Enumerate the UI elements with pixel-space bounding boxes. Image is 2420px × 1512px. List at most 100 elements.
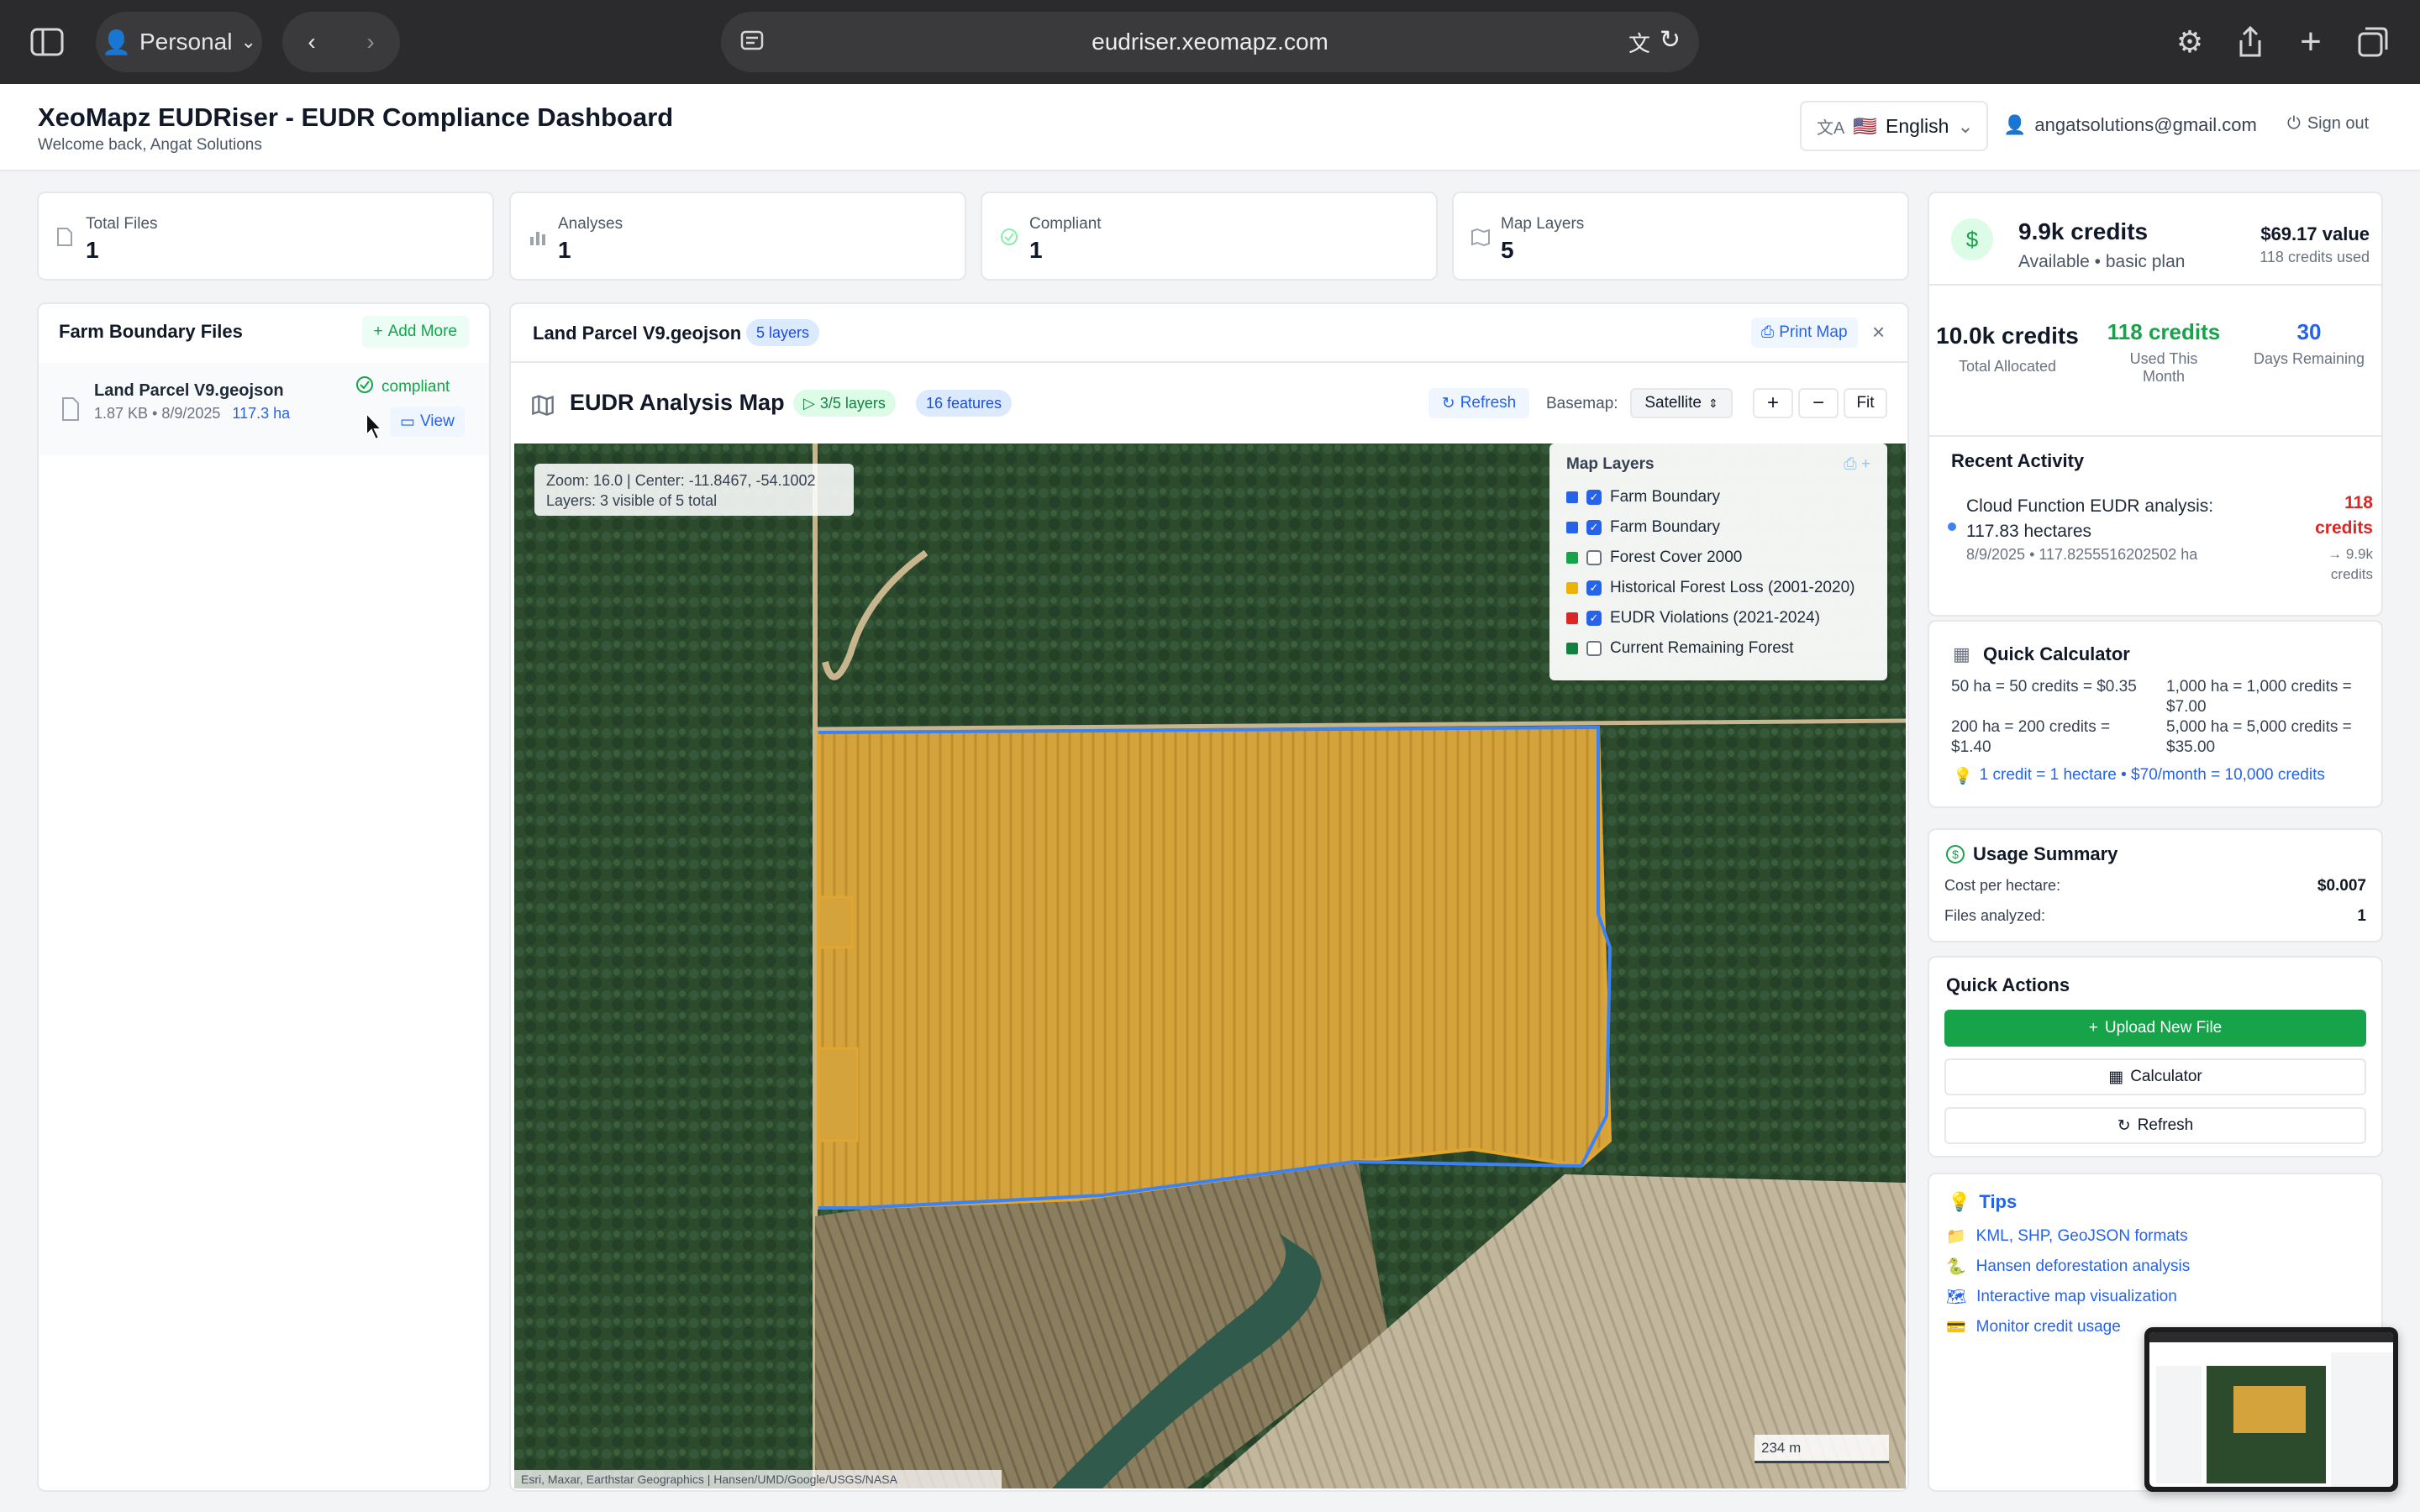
layer-checkbox[interactable]: ✓ [1586,520,1602,535]
layer-item[interactable]: ✓ EUDR Violations (2021-2024) [1566,603,1870,633]
usage-title: Usage Summary [1973,843,2118,864]
stat-value: 1 [86,237,99,263]
cost-value: $0.007 [2317,877,2366,895]
printer-icon[interactable]: ⎙ [1844,455,1856,473]
recent-activity-title: Recent Activity [1951,450,2085,471]
lightbulb-icon: 💡 [1948,1191,1971,1212]
upload-file-button[interactable]: + Upload New File [1944,1010,2366,1047]
stat-label: Compliant [1029,215,1102,233]
layer-checkbox[interactable] [1586,641,1602,656]
layer-checkbox[interactable]: ✓ [1586,490,1602,505]
map-canvas[interactable]: Zoom: 16.0 | Center: -11.8467, -54.1002 … [514,444,1906,1488]
calc-row: 5,000 ha = 5,000 credits = $35.00 [2166,718,2352,756]
select-arrows-icon: ⇕ [1707,396,1718,410]
allocated-value: 10.0k credits [1936,323,2079,349]
snake-icon: 🐍 [1946,1258,1966,1276]
printer-icon: ⎙ [1761,323,1775,341]
profile-button[interactable]: 👤 Personal ⌄ [96,12,262,72]
plus-icon: + [373,323,383,340]
fit-button[interactable]: Fit [1844,388,1887,418]
calc-row: 50 ha = 50 credits = $0.35 [1951,678,2137,696]
settings-gear-icon[interactable]: ⚙ [2166,18,2213,66]
sidebar-toggle-icon[interactable] [24,18,71,66]
credits-used-note: 118 credits used [2260,249,2370,265]
map-icon: ▭ [400,412,415,431]
tab-overview-icon[interactable] [2349,18,2396,66]
layer-name: EUDR Violations (2021-2024) [1610,609,1820,627]
layer-swatch [1566,491,1578,503]
layer-item[interactable]: Forest Cover 2000 [1566,543,1870,573]
layer-checkbox[interactable] [1586,550,1602,565]
zoom-out-button[interactable]: − [1798,388,1839,418]
layer-item[interactable]: ✓ Historical Forest Loss (2001-2020) [1566,573,1870,603]
refresh-map-button[interactable]: ↻ Refresh [1428,388,1529,418]
tip-item: 🗺 Interactive map visualization [1946,1287,2177,1307]
chevron-down-icon: ⌄ [1957,114,1974,137]
files-analyzed-label: Files analyzed: [1944,907,2046,924]
refresh-button[interactable]: ↻ Refresh [1944,1107,2366,1144]
basemap-select[interactable]: Satellite ⇕ [1630,388,1733,418]
print-map-button[interactable]: ⎙ Print Map [1751,318,1858,348]
file-size-date: 1.87 KB • 8/9/2025 [94,405,221,422]
calculator-button[interactable]: ▦ Calculator [1944,1058,2366,1095]
translate-icon[interactable]: 文 [1628,27,1650,58]
close-icon[interactable]: × [1872,319,1885,345]
legend-title: Map Layers [1566,455,1655,473]
visible-layers-badge: ▷ 3/5 layers [793,390,896,417]
forward-arrow-icon[interactable]: › [341,29,400,55]
layers-count-badge: 5 layers [746,319,820,346]
translate-icon: 文A [1817,118,1845,138]
back-arrow-icon[interactable]: ‹ [282,29,341,55]
credits-available: 9.9k credits [2018,218,2149,244]
stat-card-total-files: Total Files 1 [37,192,494,281]
layer-checkbox[interactable]: ✓ [1586,611,1602,626]
files-panel: Farm Boundary Files + Add More Land Parc… [37,302,491,1492]
map-toolbar: EUDR Analysis Map ▷ 3/5 layers 16 feature… [511,363,1907,445]
attribution-text: Esri, Maxar, Earthstar Geographics | Han… [521,1473,897,1486]
view-file-button[interactable]: ▭ View [390,407,465,437]
share-icon[interactable] [2227,18,2274,66]
files-panel-title: Farm Boundary Files [59,321,243,342]
zoom-in-button[interactable]: + [1753,388,1793,418]
tip-item: 💳 Monitor credit usage [1946,1317,2121,1337]
days-label: Days Remaining [2253,350,2365,367]
activity-credits: 118 credits [2315,493,2373,538]
file-icon [55,227,76,247]
add-layer-icon[interactable]: + [1861,455,1870,473]
layer-item[interactable]: ✓ Farm Boundary [1566,482,1870,512]
nav-buttons: ‹ › [282,12,400,72]
layer-item[interactable]: ✓ Farm Boundary [1566,512,1870,543]
file-list-item[interactable]: Land Parcel V9.geojson 1.87 KB • 8/9/202… [39,363,489,455]
signout-button[interactable]: ⏻ Sign out [2287,114,2369,134]
user-icon: 👤 [2003,114,2027,135]
refresh-label: Refresh [1460,394,1517,412]
layer-name: Historical Forest Loss (2001-2020) [1610,579,1855,596]
site-info-icon[interactable] [739,29,765,60]
page-title: XeoMapz EUDRiser - EUDR Compliance Dashb… [38,102,674,132]
cost-label: Cost per hectare: [1944,877,2061,894]
lightbulb-icon: 💡 [1953,768,1973,785]
quick-calculator-card: ▦ Quick Calculator 50 ha = 50 credits = … [1928,620,2383,808]
layer-item[interactable]: Current Remaining Forest [1566,633,1870,664]
screenshot-thumbnail[interactable] [2144,1327,2398,1492]
refresh-label: Refresh [2137,1116,2194,1134]
map-attribution: Esri, Maxar, Earthstar Geographics | Han… [514,1470,1002,1488]
calc-note-text: 1 credit = 1 hectare • $70/month = 10,00… [1979,766,2325,784]
status-label: compliant [381,378,450,396]
address-bar[interactable]: eudriser.xeomapz.com 文 ↻ [721,12,1699,72]
language-selector[interactable]: 文A 🇺🇸 English ⌄ [1800,101,1988,151]
layer-swatch [1566,612,1578,624]
calculator-title: Quick Calculator [1983,643,2130,664]
used-value: 118 credits [2107,319,2221,344]
map-info-overlay: Zoom: 16.0 | Center: -11.8467, -54.1002 … [534,464,854,516]
used-stat: 118 credits Used This Month [2086,319,2242,386]
stat-label: Analyses [558,215,623,233]
layer-swatch [1566,582,1578,594]
reload-icon[interactable]: ↻ [1660,25,1681,55]
calc-row: 200 ha = 200 credits = $1.40 [1951,718,2111,756]
usage-summary-card: $ Usage Summary Cost per hectare: $0.007… [1928,828,2383,942]
layer-checkbox[interactable]: ✓ [1586,580,1602,596]
layer-name: Farm Boundary [1610,518,1720,536]
new-tab-plus-icon[interactable]: + [2287,18,2334,66]
add-more-button[interactable]: + Add More [361,316,469,348]
